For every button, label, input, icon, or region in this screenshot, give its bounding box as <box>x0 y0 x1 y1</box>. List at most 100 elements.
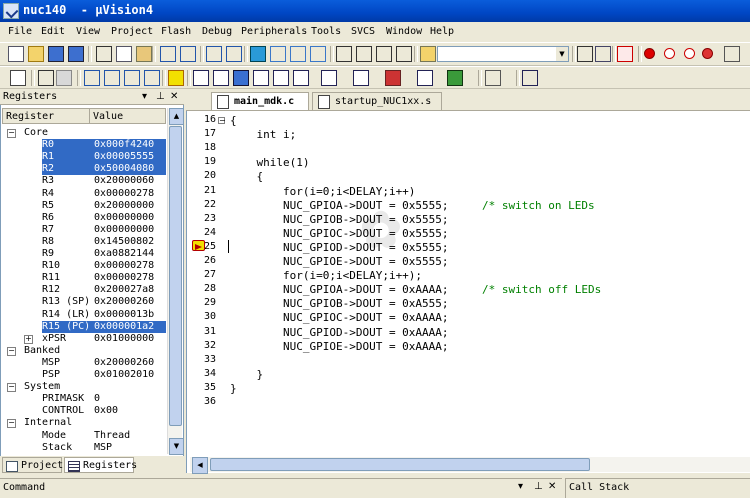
chevron-down-icon[interactable]: ▼ <box>556 47 568 61</box>
register-row[interactable]: R5 0x20000000 <box>2 200 166 212</box>
register-row[interactable]: R8 0x14500802 <box>2 236 166 248</box>
uncomment-icon[interactable] <box>396 46 412 62</box>
register-row[interactable]: + xPSR 0x01000000 <box>2 333 166 345</box>
bookmark-next-icon[interactable] <box>290 46 306 62</box>
find-icon[interactable] <box>577 46 593 62</box>
collapse-icon[interactable]: − <box>218 117 226 125</box>
code-line[interactable]: { <box>230 170 263 183</box>
scroll-up-icon[interactable]: ▲ <box>169 108 184 125</box>
breakpoint-kill-icon[interactable] <box>702 48 713 59</box>
bookmark-prev-icon[interactable] <box>270 46 286 62</box>
menu-file[interactable]: File <box>8 26 32 37</box>
tab-registers[interactable]: Registers <box>64 457 137 473</box>
bookmark-clear-icon[interactable] <box>310 46 326 62</box>
code-line[interactable]: NUC_GPIOE->DOUT = 0xAAAA; <box>230 340 449 353</box>
register-value[interactable]: 0xa0882144 <box>94 248 154 260</box>
tab-startup-nuc1xx-s[interactable]: startup_NUC1xx.s <box>312 92 442 110</box>
menu-project[interactable]: Project <box>111 26 153 37</box>
indent-icon[interactable] <box>336 46 352 62</box>
open-folder-icon[interactable] <box>28 46 44 62</box>
menu-window[interactable]: Window <box>386 26 422 37</box>
step-into-icon[interactable] <box>84 70 100 86</box>
call-stack-window-icon[interactable] <box>273 70 289 86</box>
register-row[interactable]: R2 0x50004080 <box>2 163 166 175</box>
register-value[interactable]: 0x200027a8 <box>94 284 154 296</box>
code-line[interactable]: for(i=0;i<DELAY;i++) <box>230 185 415 198</box>
collapse-icon[interactable]: − <box>7 347 16 356</box>
window-layout-icon[interactable] <box>522 70 538 86</box>
redo-icon[interactable] <box>180 46 196 62</box>
system-viewer-icon[interactable] <box>447 70 463 86</box>
menu-debug[interactable]: Debug <box>202 26 232 37</box>
scroll-left-icon[interactable]: ◀ <box>192 457 208 474</box>
register-row[interactable]: PRIMASK 0 <box>2 393 166 405</box>
serial-window-icon[interactable] <box>353 70 369 86</box>
register-row[interactable]: − System <box>2 381 166 393</box>
run-to-cursor-icon[interactable] <box>144 70 160 86</box>
command-window-icon[interactable] <box>193 70 209 86</box>
menu-svcs[interactable]: SVCS <box>351 26 375 37</box>
copy-icon[interactable] <box>116 46 132 62</box>
code-line[interactable]: while(1) <box>230 156 309 169</box>
collapse-icon[interactable]: − <box>7 383 16 392</box>
pin-icon[interactable]: ⊥ <box>534 481 543 492</box>
register-value[interactable]: 0x0000013b <box>94 309 154 321</box>
register-row[interactable]: MSP 0x20000260 <box>2 357 166 369</box>
register-value[interactable]: 0x000f4240 <box>94 139 155 151</box>
register-row[interactable]: − Core <box>2 127 166 139</box>
disassembly-window-icon[interactable] <box>213 70 229 86</box>
code-line[interactable]: NUC_GPIOA->DOUT = 0xAAAA; <box>230 283 449 296</box>
register-value[interactable]: 0x00 <box>94 405 118 417</box>
code-line[interactable]: NUC_GPIOA->DOUT = 0x5555; <box>230 199 449 212</box>
registers-scrollbar[interactable]: ▲ ▼ <box>167 108 184 455</box>
register-row[interactable]: R11 0x00000278 <box>2 272 166 284</box>
paste-icon[interactable] <box>136 46 152 62</box>
trace-window-icon[interactable] <box>417 70 433 86</box>
settings-icon[interactable] <box>724 46 740 62</box>
expand-icon[interactable]: + <box>24 335 33 344</box>
debug-session-icon[interactable] <box>617 46 633 62</box>
register-row[interactable]: Mode Thread <box>2 430 166 442</box>
register-row[interactable]: R4 0x00000278 <box>2 188 166 200</box>
comment-icon[interactable] <box>376 46 392 62</box>
register-value[interactable]: 0x00000278 <box>94 260 154 272</box>
menu-edit[interactable]: Edit <box>41 26 65 37</box>
register-row[interactable]: − Internal <box>2 417 166 429</box>
pin-icon[interactable]: ⊥ <box>156 91 165 102</box>
bookmark-icon[interactable] <box>250 46 266 62</box>
menu-peripherals[interactable]: Peripherals <box>241 26 307 37</box>
pin-dropdown-icon[interactable]: ▾ <box>518 481 523 492</box>
breakpoint-disable-icon[interactable] <box>684 48 695 59</box>
register-value[interactable]: MSP <box>94 442 112 454</box>
save-all-icon[interactable] <box>68 46 84 62</box>
code-line[interactable]: NUC_GPIOB->DOUT = 0xA555; <box>230 297 449 310</box>
scrollbar-thumb[interactable] <box>169 126 182 426</box>
registers-window-icon[interactable] <box>253 70 269 86</box>
step-out-icon[interactable] <box>124 70 140 86</box>
symbols-window-icon[interactable] <box>233 70 249 86</box>
new-file-icon[interactable] <box>8 46 24 62</box>
scrollbar-thumb[interactable] <box>210 458 590 471</box>
close-icon[interactable]: ✕ <box>170 91 178 102</box>
register-row[interactable]: R10 0x00000278 <box>2 260 166 272</box>
watch-window-icon[interactable] <box>293 70 309 86</box>
code-line[interactable]: } <box>230 368 263 381</box>
menu-tools[interactable]: Tools <box>311 26 341 37</box>
register-row[interactable]: R6 0x00000000 <box>2 212 166 224</box>
save-icon[interactable] <box>48 46 64 62</box>
register-value[interactable]: 0x00005555 <box>94 151 155 163</box>
register-row[interactable]: CONTROL 0x00 <box>2 405 166 417</box>
run-icon[interactable] <box>38 70 54 86</box>
register-row[interactable]: R13 (SP) 0x20000260 <box>2 296 166 308</box>
register-value[interactable]: 0x20000000 <box>94 200 154 212</box>
cut-icon[interactable] <box>96 46 112 62</box>
register-value[interactable]: 0 <box>94 393 100 405</box>
register-value[interactable]: Thread <box>94 430 130 442</box>
tools-icon[interactable] <box>595 46 611 62</box>
code-line[interactable]: NUC_GPIOB->DOUT = 0x5555; <box>230 213 449 226</box>
find-combo[interactable]: ▼ <box>437 46 569 62</box>
analysis-window-icon[interactable] <box>385 70 401 86</box>
nav-back-icon[interactable] <box>206 46 222 62</box>
register-row[interactable]: R1 0x00005555 <box>2 151 166 163</box>
memory-window-icon[interactable] <box>321 70 337 86</box>
